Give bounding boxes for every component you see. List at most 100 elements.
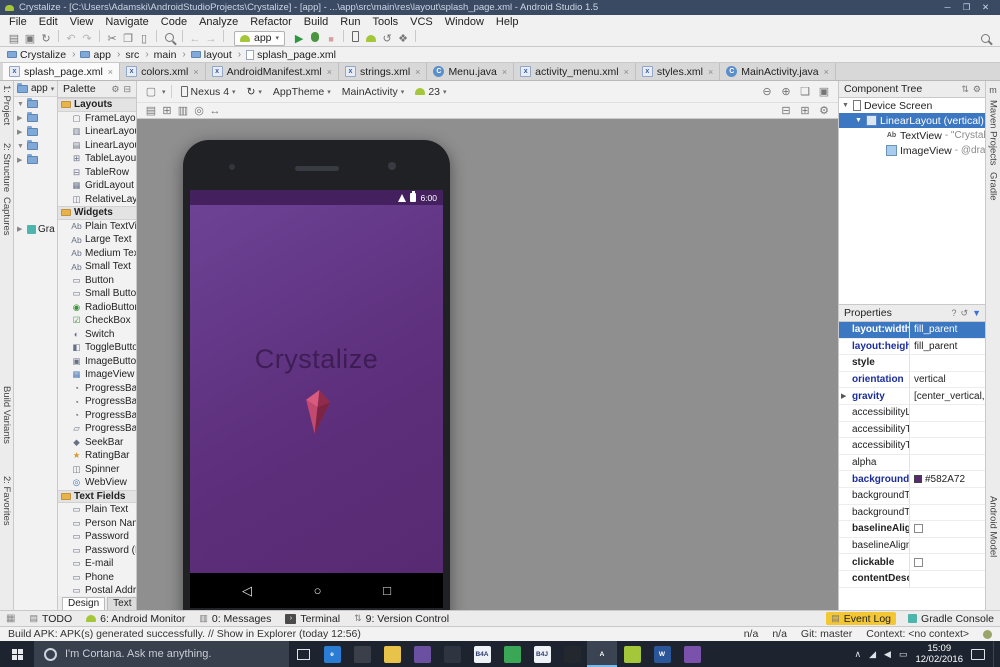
network-icon[interactable]: ◢: [869, 649, 876, 660]
property-row[interactable]: ▶ gravity [center_vertical, c...: [839, 388, 986, 405]
expander-icon[interactable]: ▼: [842, 102, 850, 109]
filter-icon[interactable]: ▼: [972, 308, 981, 319]
component-tree-item[interactable]: ImageView - @drawable/: [839, 143, 986, 158]
property-row[interactable]: ▶ alpha: [839, 455, 986, 472]
property-value-cell[interactable]: [910, 571, 986, 587]
action-center-icon[interactable]: [971, 649, 985, 660]
tool-button-gradle[interactable]: Gradle: [988, 172, 999, 201]
zoom-in-icon[interactable]: ⊕: [778, 85, 794, 99]
palette-item[interactable]: ▱ ProgressBar (H...: [58, 422, 136, 436]
expander-icon[interactable]: ▼: [17, 143, 25, 150]
activity-select[interactable]: MainActivity ▾: [338, 84, 409, 100]
close-button[interactable]: ✕: [976, 2, 995, 13]
property-row[interactable]: ▶ backgroundTin...: [839, 505, 986, 522]
menu-item[interactable]: Help: [490, 15, 525, 30]
palette-item[interactable]: ⊞ TableLayout: [58, 152, 136, 166]
expander-icon[interactable]: ▶: [17, 114, 25, 122]
show-desktop-button[interactable]: [993, 641, 997, 667]
property-value-cell[interactable]: #582A72: [910, 471, 986, 487]
reset-icon[interactable]: ↺: [961, 308, 969, 319]
project-panel-title[interactable]: app: [31, 83, 48, 94]
close-tab-icon[interactable]: ×: [414, 67, 420, 77]
menu-item[interactable]: Analyze: [193, 15, 244, 30]
property-row[interactable]: ▶ background #582A72: [839, 471, 986, 488]
tool-button-favorites[interactable]: 2: Favorites: [1, 476, 12, 526]
back-icon[interactable]: ←: [187, 32, 203, 46]
breadcrumb-item[interactable]: main ›: [153, 49, 190, 61]
taskbar-app-b4j[interactable]: B4J: [527, 641, 557, 667]
taskbar-app-android-studio[interactable]: A: [587, 641, 617, 667]
tool-window-switcher-icon[interactable]: ▦: [6, 613, 15, 624]
splash-screen-preview[interactable]: Crystalize: [190, 205, 443, 573]
palette-item[interactable]: ◫ RelativeLayout: [58, 193, 136, 207]
palette-item[interactable]: Layouts: [58, 98, 136, 112]
breadcrumb-item[interactable]: Crystalize ›: [6, 49, 79, 61]
git-branch-widget[interactable]: Git: master: [801, 628, 852, 640]
taskbar-app-b4a[interactable]: B4A: [467, 641, 497, 667]
run-icon[interactable]: ▶: [291, 32, 307, 46]
palette-item[interactable]: ▥ LinearLayout (H...: [58, 125, 136, 139]
palette-item[interactable]: Ab Large Text: [58, 233, 136, 247]
debug-icon[interactable]: [311, 32, 319, 42]
theme-select[interactable]: AppTheme ▾: [269, 84, 335, 100]
palette-item[interactable]: ▤ LinearLayout (V...: [58, 139, 136, 153]
tool-button-event-log[interactable]: ▤ Event Log: [826, 612, 896, 625]
menu-item[interactable]: Refactor: [244, 15, 298, 30]
breadcrumb-item[interactable]: app ›: [79, 49, 124, 61]
preview-mode-icon[interactable]: ◎: [191, 103, 207, 117]
zoom-actual-icon[interactable]: ▣: [816, 85, 832, 99]
expander-icon[interactable]: ▶: [17, 225, 25, 233]
property-value-cell[interactable]: [910, 505, 986, 521]
property-row[interactable]: ▶ accessibilityLive...: [839, 405, 986, 422]
expander-icon[interactable]: ▶: [841, 392, 846, 400]
palette-item[interactable]: ▭ Password: [58, 530, 136, 544]
taskbar-app-android[interactable]: [617, 641, 647, 667]
design-canvas[interactable]: 6:00 Crystalize: [137, 119, 838, 610]
editor-tab[interactable]: x colors.xml ×: [120, 63, 206, 80]
render-options-icon[interactable]: ▤: [143, 103, 159, 117]
property-row[interactable]: ▶ accessibilityTra...: [839, 422, 986, 439]
breadcrumb-item[interactable]: layout ›: [190, 49, 245, 61]
start-button[interactable]: [0, 641, 34, 667]
preview-screen[interactable]: 6:00 Crystalize: [190, 190, 443, 608]
battery-icon[interactable]: ▭: [899, 649, 908, 660]
property-value-cell[interactable]: [910, 438, 986, 454]
palette-item[interactable]: ☑ CheckBox: [58, 314, 136, 328]
component-tree-item[interactable]: ▼ Device Screen: [839, 98, 986, 113]
tool-button-messages[interactable]: ▥ 0: Messages: [199, 613, 271, 625]
property-row[interactable]: ▶ baselineAligned...: [839, 538, 986, 555]
component-tree-item[interactable]: Ab TextView - "Crystalize": [839, 128, 986, 143]
run-configuration-select[interactable]: app ▾: [234, 31, 285, 46]
snap-to-grid-icon[interactable]: ▥: [175, 103, 191, 117]
property-value-cell[interactable]: [center_vertical, c...: [910, 388, 986, 404]
project-tree-row[interactable]: ▶: [14, 125, 57, 139]
project-tree-row[interactable]: ▶: [14, 153, 57, 167]
minimize-button[interactable]: ─: [938, 2, 957, 13]
sdk-manager-icon[interactable]: [366, 35, 376, 42]
stop-icon[interactable]: ■: [323, 32, 339, 46]
menu-item[interactable]: File: [3, 15, 33, 30]
configuration-icon[interactable]: ▢: [143, 85, 159, 99]
close-tab-icon[interactable]: ×: [623, 67, 629, 77]
breadcrumb-item[interactable]: src ›: [124, 49, 152, 61]
close-tab-icon[interactable]: ×: [326, 67, 332, 77]
editor-tab[interactable]: C MainActivity.java ×: [720, 63, 836, 80]
palette-item[interactable]: ▭ E-mail: [58, 557, 136, 571]
taskbar-clock[interactable]: 15:09 12/02/2016: [915, 643, 963, 666]
close-tab-icon[interactable]: ×: [707, 67, 713, 77]
palette-item[interactable]: ◉ RadioButton: [58, 301, 136, 315]
palette-item[interactable]: ▭ Phone: [58, 571, 136, 585]
tool-button-android-model[interactable]: Android Model: [988, 496, 999, 557]
palette-item[interactable]: ▭ Password (Nu...: [58, 544, 136, 558]
cortana-search[interactable]: I'm Cortana. Ask me anything.: [34, 641, 289, 667]
settings-gear-icon[interactable]: ⚙: [111, 84, 119, 95]
project-structure-icon[interactable]: ❖: [395, 32, 411, 46]
menu-item[interactable]: Edit: [33, 15, 64, 30]
help-icon[interactable]: ?: [952, 308, 957, 319]
settings-gear-icon[interactable]: ⚙: [973, 84, 981, 95]
tool-button-gradle-console[interactable]: Gradle Console: [908, 613, 994, 625]
taskbar-app-edge[interactable]: e: [317, 641, 347, 667]
property-value-cell[interactable]: [910, 422, 986, 438]
expander-icon[interactable]: ▼: [855, 117, 863, 124]
editor-tab[interactable]: x styles.xml ×: [636, 63, 720, 80]
